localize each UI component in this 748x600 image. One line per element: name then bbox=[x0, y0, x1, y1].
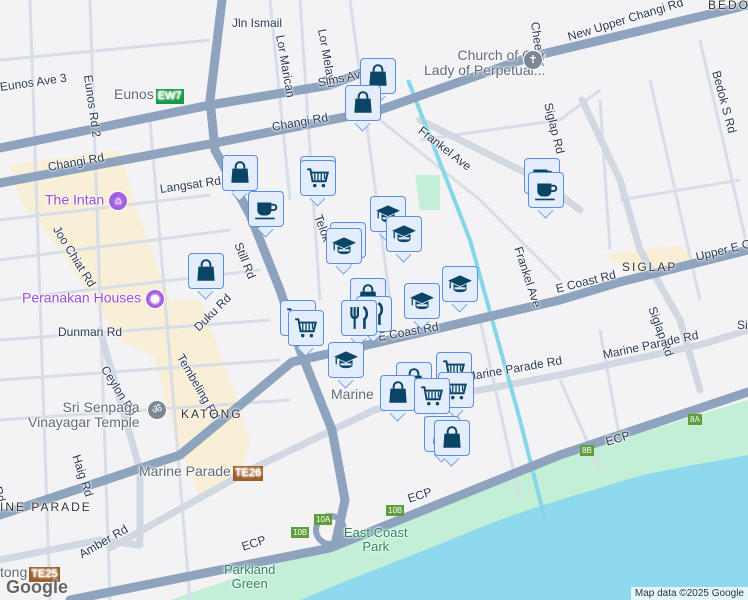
shopping-cart-icon bbox=[305, 165, 331, 191]
place-marker-bag[interactable] bbox=[188, 253, 224, 300]
district-label-bedok: BEDO bbox=[708, 0, 748, 12]
place-marker-cart[interactable] bbox=[288, 310, 324, 357]
logo-text: Google bbox=[6, 577, 68, 597]
graduation-cap-icon bbox=[391, 221, 417, 247]
marker-box bbox=[345, 85, 381, 121]
place-marker-cap[interactable] bbox=[328, 342, 364, 389]
place-marker-bag[interactable] bbox=[380, 375, 416, 422]
marker-box bbox=[341, 300, 377, 336]
camera-icon: ◉ bbox=[145, 289, 166, 309]
graduation-cap-icon bbox=[447, 271, 473, 297]
road-label: Dunman Rd bbox=[58, 325, 123, 339]
shopping-bag-icon bbox=[439, 425, 465, 451]
exit-badge: 10B bbox=[291, 527, 310, 538]
poi-east-coast-park[interactable]: East Coast Park bbox=[344, 526, 408, 554]
station-code-badge: TE26 bbox=[232, 466, 264, 481]
marker-box bbox=[288, 310, 324, 346]
coffee-cup-icon bbox=[533, 177, 559, 203]
marker-box bbox=[326, 228, 362, 264]
park-patch bbox=[415, 175, 440, 210]
exit-badge: 8B bbox=[580, 445, 594, 456]
poi-label: Peranakan Houses bbox=[22, 289, 142, 306]
marker-box bbox=[386, 216, 422, 252]
poi-the-intan[interactable]: The Intan ⌂ bbox=[45, 191, 129, 211]
marker-box bbox=[404, 283, 440, 319]
station-eunos[interactable]: Eunos EW7 bbox=[114, 87, 184, 104]
poi-peranakan-houses[interactable]: Peranakan Houses ◉ bbox=[22, 289, 166, 309]
place-marker-cap[interactable] bbox=[326, 228, 362, 275]
graduation-cap-icon bbox=[333, 347, 359, 373]
exit-badge: 10B bbox=[386, 505, 405, 516]
exit-badge: 8A bbox=[688, 414, 702, 425]
station-name: Eunos bbox=[114, 86, 154, 102]
place-marker-cart[interactable] bbox=[300, 160, 336, 207]
station-name: Marine Parade bbox=[139, 463, 231, 479]
marker-box bbox=[188, 253, 224, 289]
poi-parkland-green[interactable]: Parkland Green bbox=[224, 563, 275, 591]
place-marker-cup[interactable] bbox=[528, 172, 564, 219]
marker-box bbox=[380, 375, 416, 411]
place-marker-cap[interactable] bbox=[404, 283, 440, 330]
shopping-cart-icon bbox=[419, 383, 445, 409]
road-label: Si bbox=[737, 318, 748, 332]
station-code-badge: EW7 bbox=[155, 89, 184, 104]
museum-icon: ⌂ bbox=[108, 191, 129, 211]
shopping-bag-icon bbox=[350, 90, 376, 116]
marker-box bbox=[528, 172, 564, 208]
poi-label: The Intan bbox=[45, 191, 105, 208]
shopping-bag-icon bbox=[385, 380, 411, 406]
shopping-bag-icon bbox=[193, 258, 219, 284]
shopping-bag-icon bbox=[227, 160, 253, 186]
marker-box bbox=[248, 191, 284, 227]
coffee-cup-icon bbox=[253, 196, 279, 222]
marker-box bbox=[300, 160, 336, 196]
place-marker-cap[interactable] bbox=[386, 216, 422, 263]
graduation-cap-icon bbox=[409, 288, 435, 314]
poi-sri-senpaga[interactable]: Sri Senpaga Vinayagar Temple bbox=[28, 400, 140, 430]
graduation-cap-icon bbox=[331, 233, 357, 259]
google-logo: Google bbox=[6, 577, 68, 598]
district-label-katong: KATONG bbox=[181, 407, 243, 421]
church-cross-icon: ✝ bbox=[523, 50, 543, 70]
district-label-siglap: SIGLAP bbox=[622, 260, 678, 274]
map-attribution[interactable]: Map data ©2025 Google bbox=[630, 587, 748, 600]
exit-badge: 10A bbox=[314, 514, 333, 525]
temple-icon: ॐ bbox=[147, 400, 167, 420]
shopping-cart-icon bbox=[293, 315, 319, 341]
marker-box bbox=[222, 155, 258, 191]
place-marker-cup[interactable] bbox=[248, 191, 284, 238]
marker-box bbox=[328, 342, 364, 378]
place-marker-bag[interactable] bbox=[345, 85, 381, 132]
place-marker-bag[interactable] bbox=[434, 420, 470, 467]
poi-label: Sri Senpaga Vinayagar Temple bbox=[28, 399, 140, 430]
place-marker-cap[interactable] bbox=[442, 266, 478, 313]
marker-box bbox=[434, 420, 470, 456]
road-label: Jln Ismail bbox=[232, 16, 283, 30]
district-label-marine-parade: INE PARADE bbox=[0, 500, 92, 514]
marker-box bbox=[414, 378, 450, 414]
station-marine-parade[interactable]: Marine Parade TE26 bbox=[139, 463, 264, 481]
marker-box bbox=[442, 266, 478, 302]
fork-knife-icon bbox=[346, 305, 372, 331]
place-marker-fork[interactable] bbox=[341, 300, 377, 347]
road-label: Marine bbox=[331, 386, 374, 402]
